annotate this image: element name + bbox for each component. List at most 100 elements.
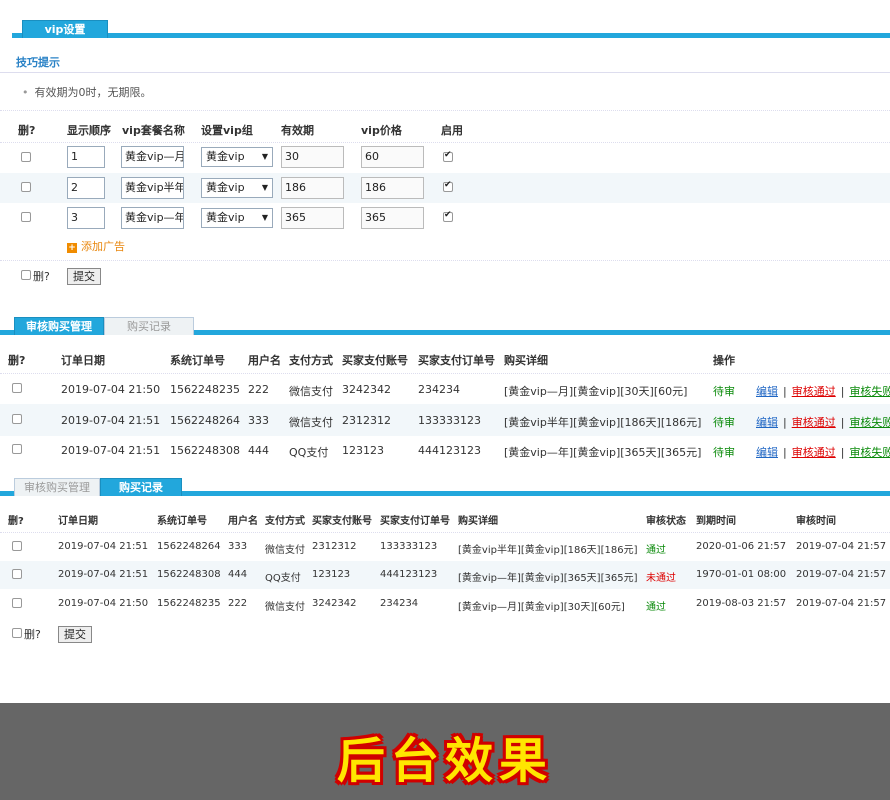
buyer-account: 123123	[342, 444, 384, 457]
name-input[interactable]: 黄金vip—年	[121, 207, 184, 229]
vip-settings-tabbar: vip设置	[0, 14, 890, 38]
group-select[interactable]: 黄金vip ▼	[201, 147, 273, 167]
name-input[interactable]: 黄金vip半年	[121, 177, 184, 199]
order-input[interactable]: 2	[67, 177, 105, 199]
pay-method: QQ支付	[289, 446, 329, 459]
order-date: 2019-07-04 21:50	[58, 598, 149, 609]
edit-link[interactable]: 编辑	[756, 416, 778, 429]
col-header-name: vip套餐名称	[122, 124, 185, 137]
row-delete-checkbox[interactable]	[12, 598, 22, 608]
period-input[interactable]: 30	[281, 146, 344, 168]
order-no: 1562248308	[157, 569, 221, 580]
pay-method: 微信支付	[289, 416, 333, 429]
status-badge: 待审	[713, 385, 735, 398]
review-tabbar: 审核购买管理 购买记录	[0, 311, 890, 335]
order-input[interactable]: 3	[67, 207, 105, 229]
row-delete-checkbox[interactable]	[12, 444, 22, 454]
order-detail: [黄金vip—年][黄金vip][365天][365元]	[504, 446, 702, 459]
username: 222	[228, 598, 248, 609]
status-badge: 待审	[713, 446, 735, 459]
row-delete-checkbox[interactable]	[12, 383, 22, 393]
col-header-price: vip价格	[361, 124, 402, 137]
row-delete-checkbox[interactable]	[21, 152, 31, 162]
username: 333	[228, 541, 248, 552]
group-select[interactable]: 黄金vip ▼	[201, 208, 273, 228]
col-header-date: 订单日期	[58, 516, 98, 527]
period-input[interactable]: 186	[281, 177, 344, 199]
enabled-checkbox[interactable]	[443, 180, 453, 192]
period-input[interactable]: 365	[281, 207, 344, 229]
tab-review[interactable]: 审核购买管理	[14, 478, 100, 496]
approve-link[interactable]: 审核通过	[792, 416, 836, 429]
add-ad-link[interactable]: + 添加广告	[67, 238, 125, 254]
tab-records[interactable]: 购买记录	[100, 478, 182, 496]
select-all-checkbox[interactable]	[21, 270, 31, 280]
buyer-order: 444123123	[380, 569, 438, 580]
price-input[interactable]: 365	[361, 207, 424, 229]
edit-link[interactable]: 编辑	[756, 385, 778, 398]
enabled-checkbox[interactable]	[443, 210, 453, 222]
row-delete-checkbox[interactable]	[12, 414, 22, 424]
row-delete-checkbox[interactable]	[12, 569, 22, 579]
submit-button[interactable]: 提交	[67, 268, 101, 285]
username: 444	[228, 569, 248, 580]
col-header-order: 显示顺序	[67, 124, 111, 137]
divider	[0, 260, 890, 261]
buyer-account: 2312312	[312, 541, 357, 552]
approve-link[interactable]: 审核通过	[792, 385, 836, 398]
group-select-value: 黄金vip	[206, 181, 245, 194]
order-no: 1562248264	[170, 414, 240, 427]
col-header-buyer-order: 买家支付订单号	[380, 516, 450, 527]
order-date: 2019-07-04 21:50	[61, 383, 161, 396]
col-header-pay: 支付方式	[265, 516, 305, 527]
divider	[0, 532, 890, 533]
buyer-account: 3242342	[342, 383, 391, 396]
add-ad-label: 添加广告	[81, 240, 125, 253]
col-header-group: 设置vip组	[201, 124, 253, 137]
enabled-checkbox[interactable]	[443, 150, 453, 162]
order-date: 2019-07-04 21:51	[58, 541, 149, 552]
reject-link[interactable]: 审核失败	[849, 385, 890, 398]
status-badge: 通过	[646, 602, 666, 613]
row-actions: 待审 编辑 | 审核通过 | 审核失败	[713, 383, 890, 399]
group-select[interactable]: 黄金vip ▼	[201, 178, 273, 198]
row-delete-checkbox[interactable]	[21, 182, 31, 192]
row-actions: 待审 编辑 | 审核通过 | 审核失败	[713, 414, 890, 430]
price-input[interactable]: 186	[361, 177, 424, 199]
group-select-value: 黄金vip	[206, 211, 245, 224]
status-badge: 未通过	[646, 573, 676, 584]
col-header-pay: 支付方式	[289, 354, 333, 367]
select-all-checkbox[interactable]	[12, 628, 22, 638]
name-input[interactable]: 黄金vip—月	[121, 146, 184, 168]
order-detail: [黄金vip半年][黄金vip][186天][186元]	[504, 416, 702, 429]
buyer-order: 234234	[418, 383, 460, 396]
submit-button[interactable]: 提交	[58, 626, 92, 643]
tab-records[interactable]: 购买记录	[104, 317, 194, 335]
bullet-icon: •	[22, 86, 29, 99]
tab-vip-settings[interactable]: vip设置	[22, 20, 108, 38]
review-time: 2019-07-04 21:57	[796, 569, 887, 580]
hint-title: 技巧提示	[16, 56, 60, 69]
tab-review[interactable]: 审核购买管理	[14, 317, 104, 335]
chevron-down-icon: ▼	[261, 152, 268, 161]
order-no: 1562248264	[157, 541, 221, 552]
row-delete-checkbox[interactable]	[21, 212, 31, 222]
banner-title: 后台效果	[336, 733, 553, 789]
col-header-user: 用户名	[228, 516, 258, 527]
col-header-status: 审核状态	[646, 516, 686, 527]
row-delete-checkbox[interactable]	[12, 541, 22, 551]
review-time: 2019-07-04 21:57	[796, 541, 887, 552]
col-header-user: 用户名	[248, 354, 281, 367]
edit-link[interactable]: 编辑	[756, 446, 778, 459]
expire-time: 1970-01-01 08:00	[696, 569, 787, 580]
price-input[interactable]: 60	[361, 146, 424, 168]
order-input[interactable]: 1	[67, 146, 105, 168]
reject-link[interactable]: 审核失败	[849, 446, 890, 459]
col-header-account: 买家支付账号	[312, 516, 372, 527]
reject-link[interactable]: 审核失败	[849, 416, 890, 429]
hint-text-content: 有效期为0时，无期限。	[34, 86, 152, 99]
username: 444	[248, 444, 269, 457]
chevron-down-icon: ▼	[261, 183, 268, 192]
approve-link[interactable]: 审核通过	[792, 446, 836, 459]
chevron-down-icon: ▼	[261, 213, 268, 222]
